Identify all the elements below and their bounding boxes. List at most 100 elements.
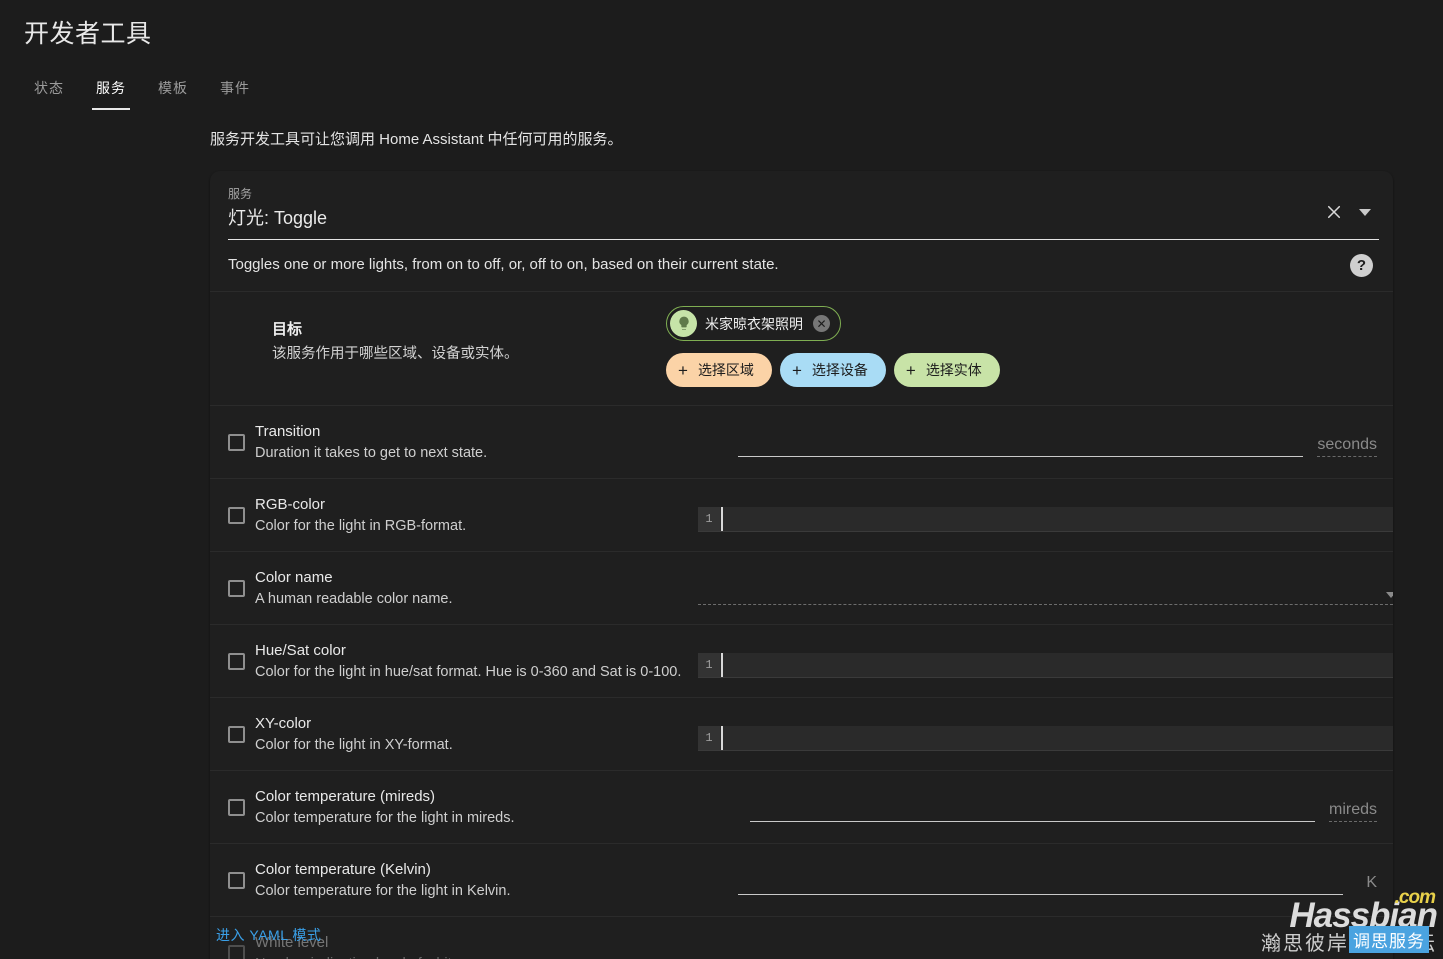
field-control (698, 566, 1393, 610)
lightbulb-icon (670, 310, 697, 337)
pick-device-button[interactable]: + 选择设备 (779, 353, 886, 387)
field-texts: RGB-color Color for the light in RGB-for… (255, 493, 466, 536)
white-level-input[interactable] (698, 946, 1378, 959)
app-header: 开发者工具 状态 服务 模板 事件 (0, 0, 1443, 110)
field-checkbox-color-temp-kelvin[interactable] (228, 872, 245, 889)
help-icon[interactable]: ? (1350, 254, 1373, 277)
close-circle-icon[interactable]: ✕ (813, 315, 830, 332)
field-description: Color for the light in RGB-format. (255, 518, 467, 534)
field-description: Number indicating level of white. (255, 954, 464, 959)
field-texts: Hue/Sat color Color for the light in hue… (255, 639, 681, 682)
field-row-color-temp-mireds: Color temperature (mireds) Color tempera… (210, 771, 1393, 844)
tab-bar: 状态 服务 模板 事件 (0, 62, 1443, 110)
field-texts: Color temperature (mireds) Color tempera… (255, 785, 515, 828)
target-labels: 目标 该服务作用于哪些区域、设备或实体。 (228, 306, 658, 363)
field-title: Hue/Sat color (255, 642, 346, 659)
rgb-color-code-editor[interactable]: 1 (698, 506, 1393, 532)
tab-template[interactable]: 模板 (142, 78, 204, 110)
field-checkbox-white-level[interactable] (228, 945, 245, 959)
close-icon[interactable] (1323, 201, 1345, 223)
target-selectors: 米家晾衣架照明 ✕ + 选择区域 + 选择设备 + 选择实体 (658, 306, 1377, 387)
code-line-number: 1 (698, 652, 720, 677)
chevron-down-icon (1386, 592, 1393, 598)
target-picker-chips: + 选择区域 + 选择设备 + 选择实体 (666, 353, 1000, 387)
transition-input[interactable] (738, 435, 1304, 457)
pick-area-button[interactable]: + 选择区域 (666, 353, 772, 387)
field-title: Color temperature (Kelvin) (255, 861, 431, 878)
pick-device-label: 选择设备 (811, 362, 868, 378)
target-description: 该服务作用于哪些区域、设备或实体。 (272, 346, 519, 362)
service-description-row: Toggles one or more lights, from on to o… (210, 240, 1393, 292)
bottom-left-mask (0, 903, 208, 959)
field-label-group: Color name A human readable color name. (228, 566, 698, 609)
field-control: 1 (698, 712, 1393, 756)
service-field-value: 灯光: Toggle (228, 208, 328, 228)
plus-icon: + (905, 360, 916, 380)
field-label-group: XY-color Color for the light in XY-forma… (228, 712, 698, 755)
code-caret (721, 506, 723, 531)
field-checkbox-rgb-color[interactable] (228, 507, 245, 524)
plus-icon: + (791, 360, 802, 380)
field-texts: Color temperature (Kelvin) Color tempera… (255, 858, 511, 901)
field-label-group: RGB-color Color for the light in RGB-for… (228, 493, 698, 536)
page-content: 服务开发工具可让您调用 Home Assistant 中任何可用的服务。 服务 … (0, 128, 1443, 959)
field-control: 1 (698, 639, 1393, 683)
field-control (698, 931, 1378, 959)
service-field-label: 服务 (228, 187, 253, 201)
color-temp-mireds-suffix: mireds (1328, 801, 1377, 822)
color-temp-kelvin-suffix: K (1366, 874, 1377, 891)
field-checkbox-hue-sat-color[interactable] (228, 653, 245, 670)
field-description: Color for the light in hue/sat format. H… (255, 664, 682, 680)
field-checkbox-xy-color[interactable] (228, 726, 245, 743)
field-title: RGB-color (255, 496, 326, 513)
field-title: Color temperature (mireds) (255, 788, 436, 805)
field-row-hue-sat-color: Hue/Sat color Color for the light in hue… (210, 625, 1393, 698)
tab-states[interactable]: 状态 (18, 78, 80, 110)
hue-sat-code-editor[interactable]: 1 (698, 652, 1393, 678)
intro-text: 服务开发工具可让您调用 Home Assistant 中任何可用的服务。 (210, 131, 623, 148)
entity-chip[interactable]: 米家晾衣架照明 ✕ (666, 306, 841, 341)
field-row-white-level: White level Number indicating level of w… (210, 917, 1393, 959)
field-row-color-temp-kelvin: Color temperature (Kelvin) Color tempera… (210, 844, 1393, 917)
field-label-group: Color temperature (Kelvin) Color tempera… (228, 858, 698, 901)
target-title: 目标 (272, 321, 303, 338)
field-row-xy-color: XY-color Color for the light in XY-forma… (210, 698, 1393, 771)
field-title: Color name (255, 569, 333, 586)
code-caret (721, 725, 723, 750)
chevron-down-icon[interactable] (1359, 208, 1371, 216)
field-row-transition: Transition Duration it takes to get to n… (210, 406, 1393, 479)
field-row-color-name: Color name A human readable color name. (210, 552, 1393, 625)
service-description: Toggles one or more lights, from on to o… (228, 256, 779, 273)
field-checkbox-color-temp-mireds[interactable] (228, 799, 245, 816)
color-temp-mireds-input[interactable] (749, 800, 1315, 822)
field-checkbox-transition[interactable] (228, 434, 245, 451)
target-row: 目标 该服务作用于哪些区域、设备或实体。 米家晾衣架照明 ✕ + 选择区域 + … (210, 292, 1393, 406)
entity-chip-label: 米家晾衣架照明 (705, 315, 803, 332)
field-title: Transition (255, 423, 321, 440)
pick-entity-label: 选择实体 (925, 362, 982, 378)
pick-area-label: 选择区域 (697, 362, 754, 378)
field-description: Color for the light in XY-format. (255, 737, 453, 753)
service-picker-actions (1323, 201, 1371, 223)
color-name-select[interactable] (698, 579, 1393, 605)
field-description: Color temperature for the light in Kelvi… (255, 883, 511, 899)
field-description: Color temperature for the light in mired… (255, 810, 515, 826)
color-temp-kelvin-input[interactable] (738, 873, 1343, 895)
field-control: K (698, 858, 1377, 902)
field-label-group: Transition Duration it takes to get to n… (228, 420, 698, 463)
field-texts: XY-color Color for the light in XY-forma… (255, 712, 453, 755)
service-picker[interactable]: 服务 灯光: Toggle (210, 171, 1393, 240)
field-label-group: Color temperature (mireds) Color tempera… (228, 785, 698, 828)
pick-entity-button[interactable]: + 选择实体 (893, 353, 1000, 387)
xy-color-code-editor[interactable]: 1 (698, 725, 1393, 751)
field-texts: Color name A human readable color name. (255, 566, 453, 609)
tab-events[interactable]: 事件 (204, 78, 266, 110)
service-card: 服务 灯光: Toggle Toggles one or more lights… (210, 171, 1393, 959)
yaml-mode-link[interactable]: 进入 YAML 模式 (216, 925, 321, 945)
field-control: 1 (698, 493, 1393, 537)
field-title: XY-color (255, 715, 312, 732)
transition-suffix: seconds (1317, 436, 1377, 457)
tab-services[interactable]: 服务 (80, 78, 142, 110)
page-title: 开发者工具 (24, 20, 152, 48)
field-checkbox-color-name[interactable] (228, 580, 245, 597)
